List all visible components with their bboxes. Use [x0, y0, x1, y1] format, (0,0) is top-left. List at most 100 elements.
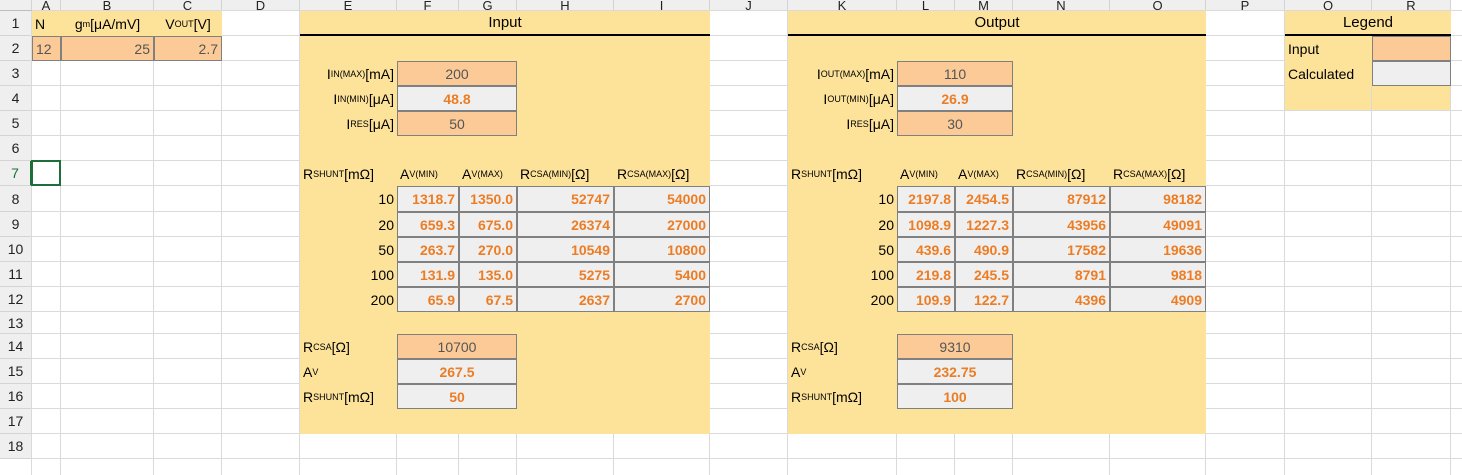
input-rshunt-value: 50	[397, 384, 517, 409]
param-gm-input[interactable]: 25	[61, 36, 154, 61]
output-table-cell: 1098.9	[897, 212, 955, 237]
output-table-cell: 439.6	[897, 237, 955, 262]
input-imax-input[interactable]: 200	[397, 61, 517, 86]
output-rcsa-input[interactable]: 9310	[897, 334, 1013, 359]
legend-calculated-label: Calculated	[1288, 65, 1355, 82]
output-table-cell: 19636	[1110, 237, 1206, 262]
output-rcsa-label: R CSA [Ω]	[791, 338, 838, 355]
row-header-9[interactable]: 9	[0, 212, 32, 237]
grid-line	[32, 185, 1462, 186]
output-table-cell: 8791	[1013, 262, 1110, 287]
param-header-gm[interactable]: gm [μA/mV]	[61, 11, 154, 36]
input-table-cell: 52747	[517, 186, 614, 212]
input-table-header-avmax: A V(MAX)	[462, 165, 503, 182]
input-table-rshunt: 20	[378, 216, 394, 233]
row-header-15[interactable]: 15	[0, 359, 32, 384]
input-rcsa-input[interactable]: 10700	[397, 334, 517, 359]
output-imax-input[interactable]: 110	[897, 61, 1013, 86]
row-header-16[interactable]: 16	[0, 384, 32, 409]
row-header-4[interactable]: 4	[0, 86, 32, 111]
active-cell-selector[interactable]	[31, 160, 61, 186]
row-header-6[interactable]: 6	[0, 136, 32, 161]
output-table-cell: 245.5	[955, 262, 1013, 287]
grid-line	[32, 236, 1462, 237]
output-table-header-rcsamax: R CSA(MAX) [Ω]	[1113, 165, 1186, 182]
row-header-17[interactable]: 17	[0, 409, 32, 434]
row-header-12[interactable]: 12	[0, 287, 32, 312]
row-header-8[interactable]: 8	[0, 186, 32, 212]
row-header-10[interactable]: 10	[0, 237, 32, 262]
input-imax-label: I IN(MAX) [mA]	[326, 65, 394, 82]
row-header-18[interactable]: 18	[0, 434, 32, 459]
input-imin-value: 48.8	[397, 86, 517, 111]
input-table-cell: 67.5	[459, 287, 517, 312]
output-table-rshunt: 200	[870, 291, 894, 308]
input-rcsa-label: R CSA [Ω]	[303, 338, 350, 355]
input-table-cell: 1350.0	[459, 186, 517, 212]
legend-title: Legend	[1285, 11, 1451, 36]
grid-line	[32, 458, 1462, 459]
row-header-14[interactable]: 14	[0, 334, 32, 359]
output-ires-label: I RES [μA]	[846, 115, 894, 132]
input-table-cell: 27000	[614, 212, 710, 237]
input-table-rshunt: 100	[370, 266, 394, 283]
param-header-n[interactable]: N	[32, 11, 61, 36]
row-header-13[interactable]: 13	[0, 312, 32, 334]
param-n-input[interactable]: 12	[32, 36, 61, 61]
grid-line	[153, 11, 154, 475]
grid-line	[32, 433, 1462, 434]
grid-line	[32, 160, 1462, 161]
grid-line	[32, 85, 1462, 86]
output-ires-input[interactable]: 30	[897, 111, 1013, 136]
input-table-header-rcsamax: R CSA(MAX) [Ω]	[617, 165, 690, 182]
row-header-7[interactable]: 7	[0, 161, 32, 186]
output-table-cell: 490.9	[955, 237, 1013, 262]
input-table-cell: 659.3	[397, 212, 459, 237]
grid-line	[32, 261, 1462, 262]
grid-line	[60, 11, 61, 475]
output-table-cell: 49091	[1110, 212, 1206, 237]
output-table-rshunt: 20	[878, 216, 894, 233]
grid-line	[32, 286, 1462, 287]
output-rshunt-label: R SHUNT [mΩ]	[791, 388, 863, 405]
row-header-2[interactable]: 2	[0, 36, 32, 61]
input-av-label: AV	[303, 363, 319, 380]
output-av-value: 232.75	[897, 359, 1013, 384]
row-header-1[interactable]: 1	[0, 11, 32, 36]
output-table-header-rshunt: R SHUNT [mΩ]	[791, 165, 863, 182]
output-table-header-avmin: A V(MIN)	[900, 165, 938, 182]
param-header-vout[interactable]: V OUT [V]	[154, 11, 222, 36]
input-ires-input[interactable]: 50	[397, 111, 517, 136]
grid-line	[32, 383, 1462, 384]
input-table-cell: 5400	[614, 262, 710, 287]
legend-input-swatch	[1372, 36, 1451, 61]
output-table-cell: 43956	[1013, 212, 1110, 237]
input-av-value: 267.5	[397, 359, 517, 384]
output-av-label: AV	[791, 363, 807, 380]
output-table-rshunt: 10	[878, 191, 894, 207]
param-vout-input[interactable]: 2.7	[154, 36, 222, 61]
output-table-cell: 4396	[1013, 287, 1110, 312]
output-table-cell: 17582	[1013, 237, 1110, 262]
input-rshunt-label: R SHUNT [mΩ]	[303, 388, 375, 405]
output-table-cell: 2454.5	[955, 186, 1013, 212]
output-table-cell: 98182	[1110, 186, 1206, 212]
grid-line	[31, 11, 32, 475]
input-table-cell: 263.7	[397, 237, 459, 262]
select-all-corner[interactable]	[0, 0, 32, 11]
input-title: Input	[300, 11, 710, 36]
row-header-5[interactable]: 5	[0, 111, 32, 136]
grid-line	[32, 10, 1462, 11]
output-title: Output	[788, 11, 1206, 36]
output-table-cell: 9818	[1110, 262, 1206, 287]
input-table-cell: 2700	[614, 287, 710, 312]
row-header-3[interactable]: 3	[0, 61, 32, 86]
output-table-header-avmax: A V(MAX)	[958, 165, 999, 182]
input-table-cell: 26374	[517, 212, 614, 237]
grid-line	[32, 358, 1462, 359]
output-table-rshunt: 50	[878, 241, 894, 258]
row-header-11[interactable]: 11	[0, 262, 32, 287]
output-table-cell: 1227.3	[955, 212, 1013, 237]
output-table-cell: 122.7	[955, 287, 1013, 312]
grid-line	[32, 408, 1462, 409]
